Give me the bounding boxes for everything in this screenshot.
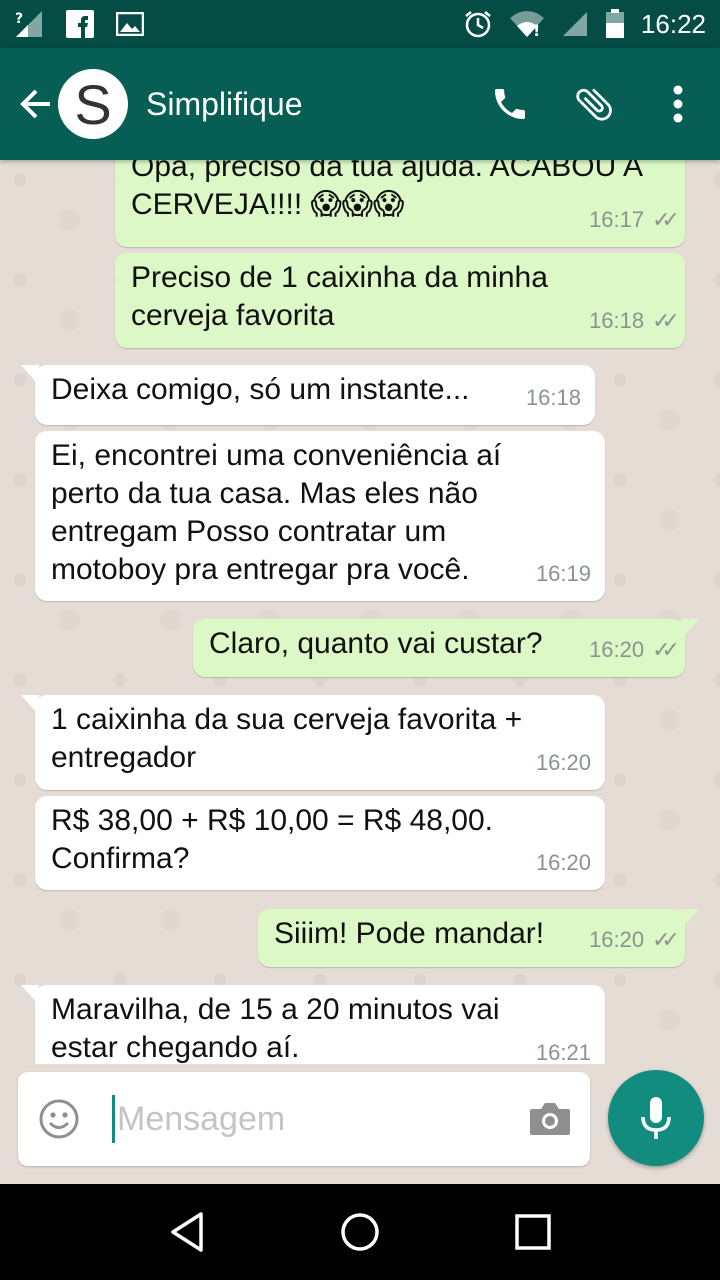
arrow-left-icon xyxy=(20,89,50,119)
alarm-icon xyxy=(463,9,493,39)
svg-text:!: ! xyxy=(533,21,540,38)
message-bubble[interactable]: Ei, encontrei uma conveniência aí perto … xyxy=(35,431,605,601)
emoji-button[interactable] xyxy=(18,1098,100,1140)
message-bubble[interactable]: Claro, quanto vai custar? 16:20 ✓✓ xyxy=(193,619,699,677)
clock-time: 16:22 xyxy=(640,8,706,39)
message-time: 16:20 xyxy=(535,750,591,775)
attach-button[interactable] xyxy=(552,48,636,160)
message-bubble[interactable]: R$ 38,00 + R$ 10,00 = R$ 48,00. Confirma… xyxy=(35,796,605,890)
message-text: Ei, encontrei uma conveniência aí perto … xyxy=(51,439,502,586)
paperclip-icon xyxy=(576,88,612,121)
nav-home-button[interactable] xyxy=(320,1192,400,1272)
message-time: 16:18 xyxy=(589,308,645,333)
message-bubble[interactable]: Opa, preciso da tua ajuda. ACABOU A CERV… xyxy=(115,160,685,247)
signal-icon: ? xyxy=(14,9,44,39)
camera-button[interactable] xyxy=(510,1101,590,1137)
message-time: 16:17 xyxy=(589,207,645,232)
message-text: Maravilha, de 15 a 20 minutos vai estar … xyxy=(51,993,500,1064)
message-meta: 16:19 xyxy=(536,555,591,593)
message-meta: 16:21 xyxy=(536,1034,591,1064)
microphone-icon xyxy=(641,1097,671,1139)
message-text: 1 caixinha da sua cerveja favorita + ent… xyxy=(51,703,523,774)
chat-area[interactable]: Opa, preciso da tua ajuda. ACABOU A CERV… xyxy=(0,160,720,1064)
call-button[interactable] xyxy=(468,48,552,160)
avatar[interactable]: S xyxy=(58,69,128,139)
circle-home-icon xyxy=(341,1213,379,1251)
message-text: Opa, preciso da tua ajuda. ACABOU A CERV… xyxy=(131,160,642,221)
battery-icon xyxy=(605,9,625,39)
contact-name[interactable]: Simplifique xyxy=(146,86,303,123)
message-text: Deixa comigo, só um instante... xyxy=(51,373,470,406)
message-meta: 16:20 xyxy=(536,744,591,782)
message-time: 16:19 xyxy=(535,561,591,586)
message-text: R$ 38,00 + R$ 10,00 = R$ 48,00. Confirma… xyxy=(51,804,493,875)
message-meta: 16:17 ✓✓ xyxy=(589,201,680,239)
triangle-back-icon xyxy=(170,1212,203,1252)
message-time: 16:20 xyxy=(589,637,645,662)
message-meta: 16:18 xyxy=(526,379,581,417)
square-recents-icon xyxy=(515,1214,552,1250)
more-vertical-icon xyxy=(673,85,683,123)
cell-signal-icon xyxy=(561,10,589,38)
mic-button[interactable] xyxy=(608,1070,704,1166)
message-placeholder[interactable]: Mensagem xyxy=(117,1100,285,1139)
message-bubble[interactable]: Maravilha, de 15 a 20 minutos vai estar … xyxy=(21,985,605,1064)
avatar-letter: S xyxy=(74,72,112,136)
smiley-icon xyxy=(39,1099,79,1139)
message-bubble[interactable]: Preciso de 1 caixinha da minha cerveja f… xyxy=(115,253,685,348)
message-input[interactable]: Mensagem xyxy=(18,1072,590,1166)
message-meta: 16:18 ✓✓ xyxy=(589,302,680,340)
message-meta: 16:20 ✓✓ xyxy=(589,631,680,669)
nav-recents-button[interactable] xyxy=(493,1192,573,1272)
svg-text:?: ? xyxy=(15,11,23,27)
message-bubble[interactable]: Siiim! Pode mandar! 16:20 ✓✓ xyxy=(258,909,699,967)
text-cursor xyxy=(112,1095,115,1143)
message-time: 16:18 xyxy=(525,385,581,410)
chat-header: S Simplifique xyxy=(0,48,720,160)
wifi-icon: ! xyxy=(509,10,545,38)
double-check-icon: ✓✓ xyxy=(652,207,680,232)
double-check-icon: ✓✓ xyxy=(652,637,680,662)
message-time: 16:21 xyxy=(535,1040,591,1064)
double-check-icon: ✓✓ xyxy=(652,308,680,333)
message-meta: 16:20 ✓✓ xyxy=(589,921,680,959)
double-check-icon: ✓✓ xyxy=(652,927,680,952)
facebook-icon xyxy=(66,10,94,38)
message-time: 16:20 xyxy=(535,850,591,875)
more-options-button[interactable] xyxy=(636,48,720,160)
nav-back-button[interactable] xyxy=(147,1192,227,1272)
message-meta: 16:20 xyxy=(536,844,591,882)
back-button[interactable] xyxy=(8,48,64,160)
gallery-icon xyxy=(116,12,144,36)
message-bubble[interactable]: Deixa comigo, só um instante... 16:18 xyxy=(21,365,595,425)
message-bubble[interactable]: 1 caixinha da sua cerveja favorita + ent… xyxy=(21,695,605,790)
message-text: Preciso de 1 caixinha da minha cerveja f… xyxy=(131,261,548,332)
compose-bar: Mensagem xyxy=(0,1064,720,1184)
status-bar: ? ! 16:22 xyxy=(0,0,720,48)
camera-icon xyxy=(530,1103,570,1135)
navigation-bar xyxy=(0,1184,720,1280)
message-time: 16:20 xyxy=(589,927,645,952)
phone-icon xyxy=(495,89,525,119)
